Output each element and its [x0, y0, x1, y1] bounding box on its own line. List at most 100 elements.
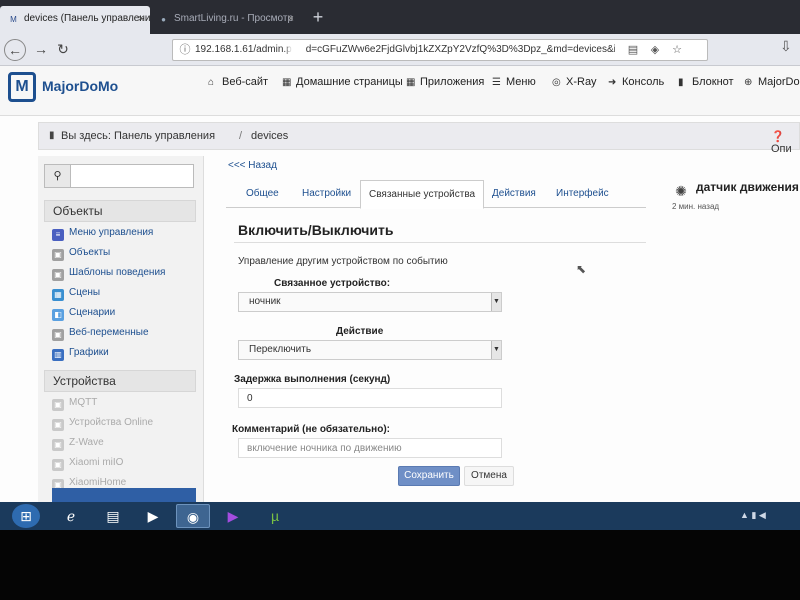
nav-console[interactable]: ➜ Консоль [608, 76, 664, 88]
browser-tab-devices[interactable]: M devices (Панель управления) × [0, 6, 150, 34]
breadcrumb-home[interactable]: Вы здесь: Панель управления [61, 130, 215, 142]
reload-button[interactable]: ↻ [52, 39, 74, 61]
web-page: M MajorDoMo ⌂ Веб-сайт ▦ Домашние страницы… [0, 66, 800, 502]
network-icon[interactable]: ▮ [751, 510, 756, 520]
sidebar: ⚲ Объекты ≡ Меню управления ▣ Объекты ▣ Шаб… [38, 156, 204, 502]
close-tab-icon[interactable]: × [138, 6, 144, 32]
browser-toolbar: ← → ↻ ⓘ 192.168.1.61/admin.p d=cGFuZWw6e2… [0, 34, 800, 66]
action-label: Действие [336, 326, 384, 337]
sidebar-item-scenes[interactable]: ▦ Сцены [52, 284, 100, 302]
firefox-icon[interactable]: ◉ [176, 504, 210, 528]
nav-apps[interactable]: ▦ Приложения [406, 76, 484, 88]
device-name: датчик движения 1 [696, 180, 800, 194]
utorrent-icon[interactable]: µ [258, 504, 292, 528]
notepad-icon: ▮ [678, 77, 684, 88]
smartliving-favicon-icon: ● [161, 15, 166, 24]
tab-actions[interactable]: Действия [492, 188, 536, 199]
tab-general[interactable]: Общее [246, 188, 279, 199]
devices-online-icon: ▣ [52, 419, 64, 431]
sidebar-item-charts[interactable]: ▥ Графики [52, 344, 109, 362]
variables-icon: ▣ [52, 329, 64, 341]
volume-icon[interactable]: ◀ [759, 510, 766, 520]
save-button[interactable]: Сохранить [398, 466, 460, 486]
new-tab-button[interactable]: + [308, 8, 328, 28]
search-icon[interactable]: ⚲ [45, 165, 71, 187]
sidebar-section-devices[interactable]: Устройства [44, 370, 196, 392]
nav-menu[interactable]: ☰ Меню [492, 76, 536, 88]
tab-linked-devices[interactable]: Связанные устройства [360, 180, 485, 209]
ie-icon[interactable]: ℯ [54, 504, 88, 528]
sidebar-item-xiaomi-miio[interactable]: ▣ Xiaomi miIO [52, 454, 123, 472]
sidebar-section-objects[interactable]: Объекты [44, 200, 196, 222]
sidebar-item-web-variables[interactable]: ▣ Веб-переменные [52, 324, 149, 342]
linked-device-select[interactable]: ночник ▼ [238, 292, 502, 312]
sidebar-item-control-menu[interactable]: ≡ Меню управления [52, 224, 153, 242]
reader-view-icon[interactable]: ▤ [625, 42, 641, 58]
delay-input[interactable] [238, 388, 502, 408]
tab-interface[interactable]: Интерфейс [556, 188, 609, 199]
monitor-bezel [0, 530, 800, 600]
tray-up-arrow-icon[interactable]: ▲ [740, 510, 749, 520]
info-icon[interactable]: ⓘ [178, 43, 192, 57]
xiaomi-icon: ▣ [52, 459, 64, 471]
menu-icon: ≡ [52, 229, 64, 241]
tab-bar: Общее Настройки Связанные устройства Дей… [226, 180, 646, 209]
breadcrumb: ▮ Вы здесь: Панель управления / devices … [38, 122, 800, 155]
browser-tab-bar: M devices (Панель управления) × ● SmartL… [0, 0, 800, 34]
address-bar[interactable]: ⓘ 192.168.1.61/admin.p d=cGFuZWw6e2FjdGlv… [172, 39, 708, 61]
form-description: Управление другим устройством по событию [238, 256, 448, 267]
sidebar-item-objects[interactable]: ▣ Объекты [52, 244, 110, 262]
visual-studio-icon[interactable]: ▶ [216, 504, 250, 528]
scripts-icon: ◧ [52, 309, 64, 321]
sidebar-item-mqtt[interactable]: ▣ MQTT [52, 394, 97, 412]
site-navbar: M MajorDoMo ⌂ Веб-сайт ▦ Домашние страницы… [0, 66, 800, 116]
forward-button[interactable]: → [30, 39, 52, 61]
mqtt-icon: ▣ [52, 399, 64, 411]
majordomo-logo-icon[interactable]: M [8, 72, 36, 102]
linked-device-label: Связанное устройство: [274, 278, 391, 289]
nav-home-pages[interactable]: ▦ Домашние страницы [282, 76, 403, 88]
pocket-icon[interactable]: ◈ [647, 42, 663, 58]
back-link[interactable]: <<< Назад [228, 160, 277, 171]
sidebar-item-simple-devices[interactable] [52, 488, 196, 502]
browser-tab-smartliving[interactable]: ● SmartLiving.ru - Просмотр × [150, 6, 300, 34]
comment-input[interactable] [238, 438, 502, 458]
downloads-icon[interactable]: ⇩ [780, 38, 792, 55]
bookmark-star-icon[interactable]: ☆ [669, 42, 685, 58]
chevron-down-icon: ▼ [491, 341, 501, 359]
mouse-cursor-icon: ⬉ [576, 262, 587, 276]
nav-website[interactable]: ⌂ Веб-сайт [208, 76, 268, 88]
sidebar-item-devices-online[interactable]: ▣ Устройства Online [52, 414, 153, 432]
device-updated: 2 мин. назад [672, 202, 720, 211]
sidebar-item-behavior-templates[interactable]: ▣ Шаблоны поведения [52, 264, 165, 282]
site-brand[interactable]: MajorDoMo [42, 78, 118, 94]
list-icon: ☰ [492, 77, 501, 88]
breadcrumb-separator: / [239, 130, 243, 142]
back-button[interactable]: ← [4, 39, 26, 61]
search-input[interactable] [72, 165, 192, 187]
main-content: <<< Назад Общее Настройки Связанные устр… [226, 156, 646, 502]
close-tab-icon[interactable]: × [288, 6, 294, 32]
sidebar-item-zwave[interactable]: ▣ Z-Wave [52, 434, 104, 452]
help-link[interactable]: ❓ Опи [771, 130, 799, 155]
system-tray[interactable]: ▲ ▮ ◀ [740, 510, 766, 521]
nav-majordomo[interactable]: ⊕MajorDoMo [744, 76, 800, 88]
sidebar-item-scripts[interactable]: ◧ Сценарии [52, 304, 115, 322]
delay-label: Задержка выполнения (секунд) [234, 374, 391, 385]
browser-tab-title: devices (Панель управления) [24, 13, 150, 24]
file-explorer-icon[interactable]: ▤ [96, 504, 130, 528]
action-select[interactable]: Переключить ▼ [238, 340, 502, 360]
nav-xray[interactable]: ◎ X-Ray [552, 76, 597, 88]
form-title-divider [234, 242, 646, 243]
chart-icon: ▥ [52, 349, 64, 361]
start-button[interactable]: ⊞ [12, 504, 40, 528]
nav-notepad[interactable]: ▮ Блокнот [678, 76, 734, 88]
grid-icon: ▦ [406, 77, 416, 88]
template-icon: ▣ [52, 269, 64, 281]
media-player-icon[interactable]: ▶ [136, 504, 170, 528]
question-icon: ❓ [771, 131, 785, 143]
cancel-button[interactable]: Отмена [464, 466, 514, 486]
tab-settings[interactable]: Настройки [302, 188, 351, 199]
home-icon: ⌂ [208, 77, 215, 88]
url-text[interactable]: 192.168.1.61/admin.p d=cGFuZWw6e2FjdGlvbj… [195, 40, 615, 60]
